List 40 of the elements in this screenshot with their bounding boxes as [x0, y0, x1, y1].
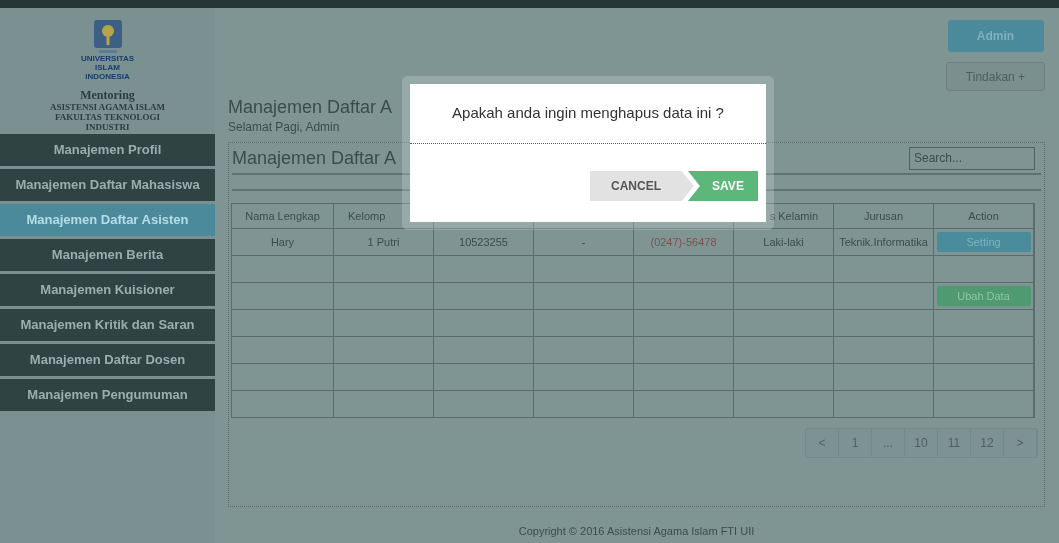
edit-button[interactable]: Ubah Data	[936, 286, 1031, 306]
page-link[interactable]: >	[1004, 429, 1037, 457]
sidebar-item[interactable]: Manajemen Berita	[0, 239, 215, 271]
search-field[interactable]: Search...	[909, 146, 1035, 170]
university-logo-icon	[93, 20, 122, 54]
app-title: Mentoring	[80, 89, 135, 102]
logo-text: ISLAM	[95, 63, 120, 72]
greeting-text: Selamat Pagi, Admin	[228, 119, 341, 136]
sidebar-item[interactable]: Manajemen Daftar Asisten	[0, 204, 215, 236]
table-cell-text: (0247)-56478	[650, 234, 717, 250]
sidebar-item[interactable]: Manajemen Kritik dan Saran	[0, 309, 215, 341]
table-cell-text: 10523255	[459, 234, 508, 250]
table-cell-text: Hary	[270, 234, 295, 250]
logo-text: UNIVERSITAS	[80, 54, 135, 63]
cancel-button[interactable]: CANCEL	[590, 171, 694, 201]
app-subtitle: ASISTENSI AGAMA ISLAM	[50, 102, 165, 112]
app-subtitle: FAKULTAS TEKNOLOGI	[55, 112, 160, 122]
table-cell-text: Laki-laki	[763, 234, 804, 250]
table-cell-text: -	[581, 234, 586, 250]
column-header: Nama Lengkap	[245, 208, 320, 224]
column-header: Action	[968, 208, 999, 224]
page-link[interactable]: <	[806, 429, 839, 457]
sidebar-item[interactable]: Manajemen Pengumuman	[0, 379, 215, 411]
column-header: Kelomp	[348, 208, 386, 224]
card-title: Manajemen Daftar A	[232, 146, 397, 170]
dialog-message: Apakah anda ingin menghapus data ini ?	[452, 103, 724, 124]
sidebar-item[interactable]: Manajemen Profil	[0, 134, 215, 166]
logo-text: INDONESIA	[85, 72, 130, 81]
save-button[interactable]: SAVE	[688, 171, 758, 201]
sidebar-item[interactable]: Manajemen Daftar Dosen	[0, 344, 215, 376]
sidebar-item[interactable]: Manajemen Kuisioner	[0, 274, 215, 306]
sidebar-item[interactable]: Manajemen Daftar Mahasiswa	[0, 169, 215, 201]
page-link[interactable]: ...	[872, 429, 905, 457]
table-cell-text: 1 Putri	[367, 234, 400, 250]
app-subtitle: INDUSTRI	[85, 122, 130, 132]
column-header: Jurusan	[863, 208, 904, 224]
column-header: s Kelamin	[769, 208, 818, 224]
page-title: Manajemen Daftar A	[228, 96, 393, 118]
footer-text: Copyright © 2016 Asistensi Agama Islam FTI UII	[518, 523, 755, 539]
table-cell-text: Teknik.Informatika	[839, 234, 928, 250]
